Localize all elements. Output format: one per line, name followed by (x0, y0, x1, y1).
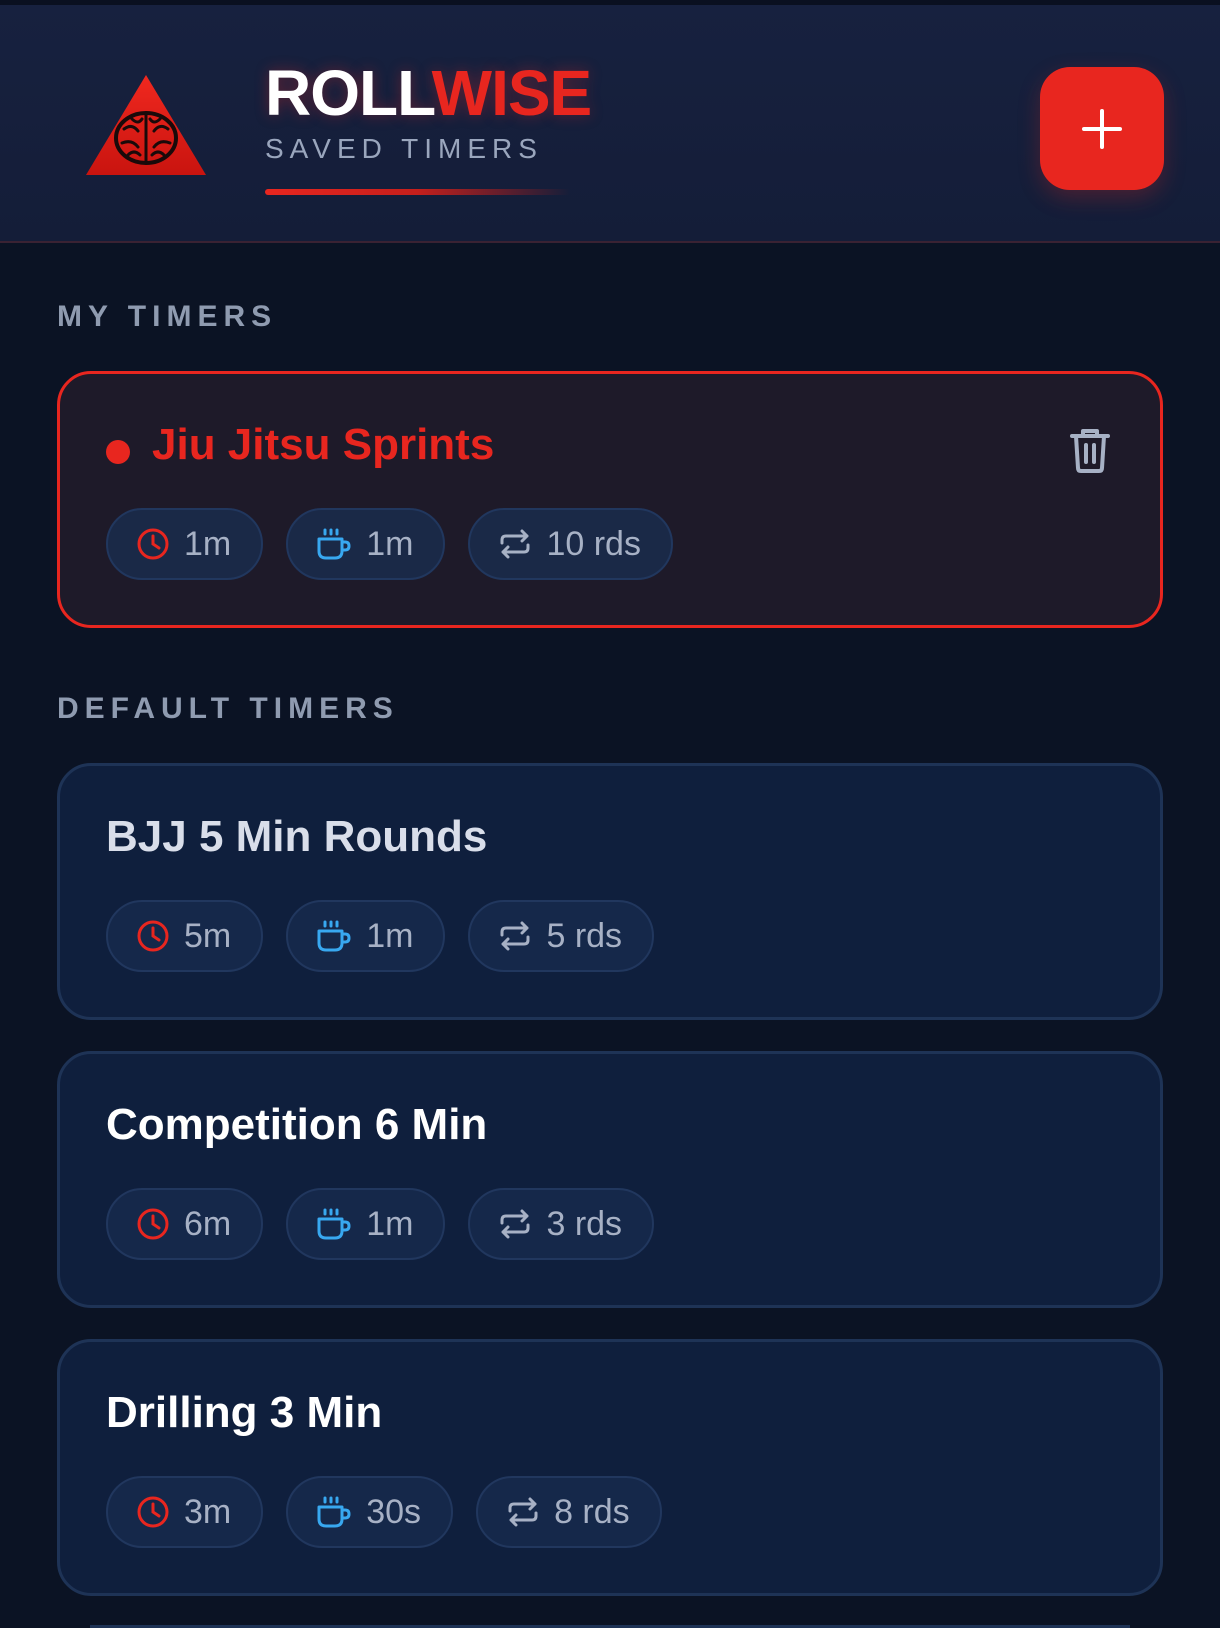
clock-icon (137, 528, 169, 560)
coffee-cup-icon (317, 528, 351, 560)
timer-stats: 3m 30s 8 rds (106, 1476, 662, 1548)
rounds-count-chip: 10 rds (468, 508, 673, 580)
app-title-part2: WISE (431, 57, 593, 129)
timer-card-competition-6-min[interactable]: Competition 6 Min 6m 1m 3 rds (57, 1051, 1163, 1308)
clock-icon (137, 920, 169, 952)
round-duration-chip: 5m (106, 900, 264, 972)
rounds-count: 8 rds (554, 1492, 630, 1531)
round-duration: 3m (184, 1492, 232, 1531)
repeat-icon (500, 921, 530, 951)
timer-name: Drilling 3 Min (106, 1388, 383, 1437)
plus-icon (1082, 108, 1122, 149)
clock-icon (137, 1496, 169, 1528)
active-indicator-dot (106, 440, 130, 464)
trash-icon (1070, 429, 1110, 473)
rest-duration-chip: 1m (286, 900, 446, 972)
timer-name: Competition 6 Min (106, 1100, 488, 1149)
title-underline (265, 189, 570, 195)
repeat-icon (508, 1497, 538, 1527)
section-label-default-timers: DEFAULT TIMERS (57, 692, 399, 725)
rounds-count-chip: 5 rds (468, 900, 655, 972)
rest-duration: 30s (366, 1492, 422, 1531)
coffee-cup-icon (317, 1496, 351, 1528)
round-duration: 5m (184, 916, 232, 955)
page-subtitle: SAVED TIMERS (265, 133, 543, 164)
coffee-cup-icon (317, 1208, 351, 1240)
rounds-count-chip: 3 rds (468, 1188, 655, 1260)
repeat-icon (500, 529, 530, 559)
timer-stats: 5m 1m 5 rds (106, 900, 655, 972)
round-duration: 1m (184, 524, 232, 563)
delete-timer-button[interactable] (1068, 426, 1112, 474)
coffee-cup-icon (317, 920, 351, 952)
section-label-my-timers: MY TIMERS (57, 300, 278, 333)
timer-stats: 1m 1m 10 rds (106, 508, 673, 580)
app-title: ROLLWISE (265, 55, 593, 131)
rest-duration-chip: 1m (286, 508, 446, 580)
app-title-part1: ROLL (265, 57, 433, 129)
round-duration-chip: 6m (106, 1188, 264, 1260)
round-duration-chip: 1m (106, 508, 264, 580)
rest-duration: 1m (366, 916, 414, 955)
clock-icon (137, 1208, 169, 1240)
timer-card-jiu-jitsu-sprints[interactable]: Jiu Jitsu Sprints 1m 1m 10 rds (57, 371, 1163, 628)
rest-duration-chip: 1m (286, 1188, 446, 1260)
rest-duration: 1m (366, 524, 414, 563)
timer-card-bjj-5-min-rounds[interactable]: BJJ 5 Min Rounds 5m 1m 5 rds (57, 763, 1163, 1020)
rounds-count-chip: 8 rds (476, 1476, 662, 1548)
brand-block: ROLLWISE SAVED TIMERS (265, 55, 593, 165)
timer-name: Jiu Jitsu Sprints (152, 420, 495, 469)
add-timer-button[interactable] (1040, 67, 1164, 190)
brain-triangle-logo (86, 75, 206, 175)
rounds-count: 5 rds (546, 916, 623, 955)
timer-stats: 6m 1m 3 rds (106, 1188, 655, 1260)
rest-duration-chip: 30s (286, 1476, 454, 1548)
rounds-count: 10 rds (546, 524, 641, 563)
timer-name: BJJ 5 Min Rounds (106, 812, 488, 861)
round-duration-chip: 3m (106, 1476, 264, 1548)
rounds-count: 3 rds (546, 1204, 623, 1243)
round-duration: 6m (184, 1204, 232, 1243)
app-header: ROLLWISE SAVED TIMERS (0, 5, 1220, 243)
repeat-icon (500, 1209, 530, 1239)
timer-card-drilling-3-min[interactable]: Drilling 3 Min 3m 30s 8 rds (57, 1339, 1163, 1596)
rest-duration: 1m (366, 1204, 414, 1243)
